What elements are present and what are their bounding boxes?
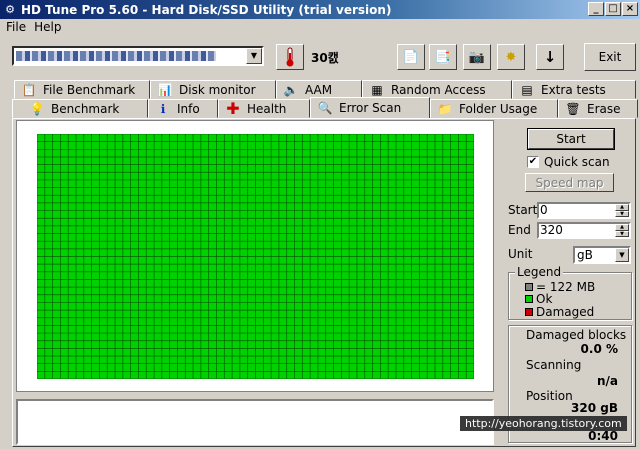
tab-erase[interactable]: 🗑 Erase xyxy=(558,99,638,118)
save-button[interactable]: ↓ xyxy=(536,44,564,70)
start-input[interactable]: 0 ▲ ▼ xyxy=(537,202,631,219)
tab-label: Error Scan xyxy=(339,101,402,115)
lightbulb-icon: 💡 xyxy=(29,101,45,116)
legend-item-damaged: Damaged xyxy=(525,305,594,319)
scanning-value: n/a xyxy=(596,374,618,388)
legend-label: Damaged xyxy=(536,305,595,319)
toolbar: ▼ 30캜 📄 📑 📷 ✸ ↓ Exit xyxy=(0,37,640,75)
exit-button[interactable]: Exit xyxy=(584,43,636,71)
camera-icon: 📷 xyxy=(468,49,486,65)
position-value: 320 gB xyxy=(571,401,618,415)
screenshot-button[interactable]: 📷 xyxy=(463,44,491,70)
tab-row-2: 💡 Benchmark ℹ Info ✚ Health 🔍 Error Scan… xyxy=(12,97,638,118)
temperature-button[interactable] xyxy=(276,44,304,70)
watermark: http://yeohorang.tistory.com xyxy=(460,416,627,431)
extra-tests-icon: ▤ xyxy=(521,82,533,97)
down-arrow-icon: ↓ xyxy=(543,48,557,66)
window-title: HD Tune Pro 5.60 - Hard Disk/SSD Utility… xyxy=(21,2,392,17)
unit-label: Unit xyxy=(508,247,533,261)
unit-value: gB xyxy=(577,248,593,262)
end-input-value: 320 xyxy=(540,223,563,237)
folder-icon: 📁 xyxy=(437,101,453,116)
tab-disk-monitor[interactable]: 📊 Disk monitor xyxy=(150,80,276,99)
health-cross-icon: ✚ xyxy=(226,99,240,118)
tab-label: File Benchmark xyxy=(43,82,136,97)
tab-label: Health xyxy=(247,101,287,116)
tab-label: AAM xyxy=(305,82,333,97)
copy-all-icon: 📑 xyxy=(434,49,452,65)
quick-scan-checkbox[interactable]: ✔ xyxy=(527,156,539,168)
menu-help[interactable]: Help xyxy=(32,19,67,37)
tab-label: Disk monitor xyxy=(179,82,256,97)
tab-benchmark[interactable]: 💡 Benchmark xyxy=(12,99,148,118)
tab-label: Benchmark xyxy=(51,101,120,116)
maximize-button[interactable]: □ xyxy=(605,2,621,16)
drive-select[interactable]: ▼ xyxy=(12,46,264,66)
green-swatch xyxy=(525,295,533,303)
speaker-icon: 🔈 xyxy=(283,82,299,97)
minimize-button[interactable]: _ xyxy=(588,2,604,16)
start-field-label: Start xyxy=(508,203,538,217)
quick-scan-option[interactable]: ✔ Quick scan xyxy=(527,155,610,169)
random-access-icon: ▦ xyxy=(371,82,383,97)
chevron-down-icon[interactable]: ▼ xyxy=(615,248,629,262)
disk-monitor-icon: 📊 xyxy=(157,82,173,97)
chevron-down-icon[interactable]: ▼ xyxy=(246,48,262,64)
magnifier-icon: 🔍 xyxy=(317,101,333,115)
elapsed-time-value: 0:40 xyxy=(588,429,618,443)
end-spinner[interactable]: ▲ ▼ xyxy=(615,224,629,237)
tab-folder-usage[interactable]: 📁 Folder Usage xyxy=(430,99,558,118)
app-icon: ⚙ xyxy=(5,3,15,16)
start-spinner[interactable]: ▲ ▼ xyxy=(615,204,629,217)
tab-label: Extra tests xyxy=(541,82,606,97)
end-input[interactable]: 320 ▲ ▼ xyxy=(537,222,631,239)
start-input-value: 0 xyxy=(540,203,548,217)
quick-scan-label: Quick scan xyxy=(544,155,610,169)
title-bar: ⚙ HD Tune Pro 5.60 - Hard Disk/SSD Utili… xyxy=(0,0,640,19)
temperature-readout: 30캜 xyxy=(311,51,339,65)
legend-label: Ok xyxy=(536,292,553,306)
copy-all-button[interactable]: 📑 xyxy=(429,44,457,70)
close-button[interactable]: × xyxy=(622,2,638,16)
copy-icon: 📄 xyxy=(402,49,420,65)
legend-title: Legend xyxy=(515,265,564,279)
drive-name-redacted xyxy=(16,51,216,61)
tab-error-scan[interactable]: 🔍 Error Scan xyxy=(310,97,430,118)
red-swatch xyxy=(525,308,533,316)
tab-info[interactable]: ℹ Info xyxy=(148,99,218,118)
window-controls: _ □ × xyxy=(588,2,638,16)
damaged-blocks-label: Damaged blocks xyxy=(526,328,627,342)
start-button[interactable]: Start xyxy=(527,128,615,150)
options-button[interactable]: ✸ xyxy=(497,44,525,70)
speed-map-button[interactable]: Speed map xyxy=(525,173,614,192)
damaged-blocks-value: 0.0 % xyxy=(580,342,618,356)
scan-block-map xyxy=(37,134,474,379)
thermometer-icon xyxy=(286,47,294,67)
copy-info-button[interactable]: 📄 xyxy=(397,44,425,70)
tab-label: Folder Usage xyxy=(459,101,538,116)
end-field-label: End xyxy=(508,223,531,237)
unit-select[interactable]: gB ▼ xyxy=(573,246,631,264)
trash-icon: 🗑 xyxy=(565,101,581,116)
position-label: Position xyxy=(526,389,573,403)
legend-item-ok: Ok xyxy=(525,292,552,306)
tab-extra-tests[interactable]: ▤ Extra tests xyxy=(512,80,636,99)
grey-swatch xyxy=(525,283,533,291)
block-grid xyxy=(37,134,474,379)
info-icon: ℹ xyxy=(160,101,166,116)
tab-label: Random Access xyxy=(391,82,486,97)
tab-label: Erase xyxy=(587,101,621,116)
tab-health[interactable]: ✚ Health xyxy=(218,99,310,118)
scanning-label: Scanning xyxy=(526,358,582,372)
menu-file[interactable]: File xyxy=(4,19,32,37)
tab-file-benchmark[interactable]: 📋 File Benchmark xyxy=(14,80,150,99)
log-output[interactable] xyxy=(16,399,494,445)
options-icon: ✸ xyxy=(505,49,517,65)
file-benchmark-icon: 📋 xyxy=(21,82,37,97)
tab-label: Info xyxy=(177,101,200,116)
menu-bar: File Help xyxy=(0,19,67,37)
